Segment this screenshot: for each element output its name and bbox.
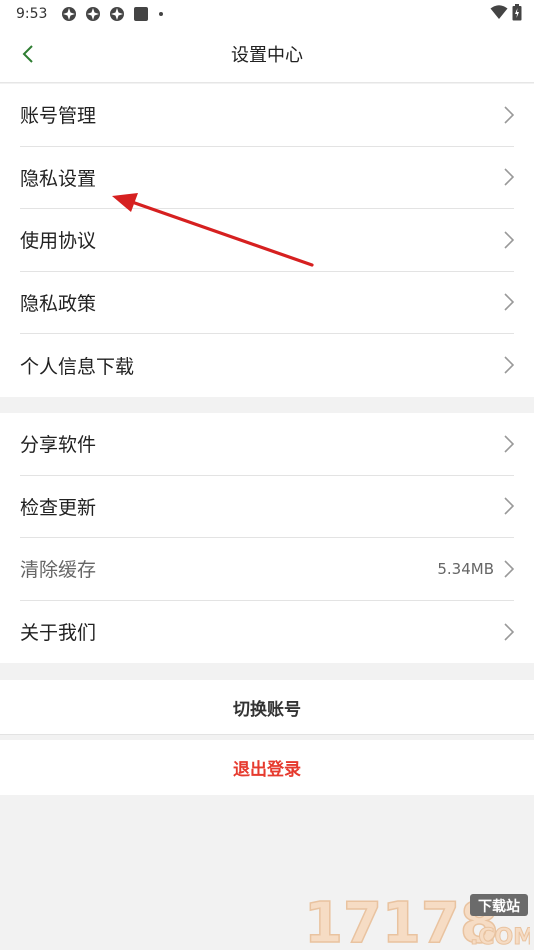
app-notification-icon bbox=[85, 6, 101, 22]
settings-item-label: 隐私设置 bbox=[20, 167, 97, 190]
logout-button[interactable]: 退出登录 bbox=[0, 740, 534, 795]
site-watermark: 17178 下载站 .COM bbox=[303, 890, 534, 950]
watermark-badge: 下载站 bbox=[478, 898, 520, 915]
settings-item-label: 个人信息下载 bbox=[20, 355, 135, 378]
settings-item-label: 账号管理 bbox=[20, 105, 97, 128]
dot-icon bbox=[157, 6, 165, 22]
page-title: 设置中心 bbox=[231, 45, 303, 66]
settings-item-share-app[interactable]: 分享软件 bbox=[20, 413, 514, 476]
cache-size-value: 5.34MB bbox=[437, 559, 494, 578]
settings-item-personal-info-download[interactable]: 个人信息下载 bbox=[20, 334, 514, 397]
settings-item-terms-of-use[interactable]: 使用协议 bbox=[20, 209, 514, 272]
chevron-right-icon bbox=[500, 106, 514, 124]
settings-item-check-update[interactable]: 检查更新 bbox=[20, 476, 514, 538]
settings-item-clear-cache[interactable]: 清除缓存 5.34MB bbox=[20, 538, 514, 601]
settings-item-account-management[interactable]: 账号管理 bbox=[20, 84, 514, 147]
settings-group-app: 分享软件 检查更新 清除缓存 5.34MB 关于我们 bbox=[0, 413, 534, 663]
app-header: 设置中心 bbox=[0, 28, 534, 83]
status-time: 9:53 bbox=[16, 6, 48, 22]
settings-group-account: 账号管理 隐私设置 使用协议 隐私政策 个人信息下载 bbox=[0, 84, 534, 397]
chevron-right-icon bbox=[500, 560, 514, 578]
watermark-domain: .COM bbox=[470, 925, 530, 948]
settings-item-privacy-settings[interactable]: 隐私设置 bbox=[20, 147, 514, 209]
settings-item-label: 分享软件 bbox=[20, 434, 97, 457]
status-right-icons bbox=[490, 3, 522, 25]
status-bar: 9:53 bbox=[0, 0, 534, 28]
battery-icon bbox=[512, 3, 522, 25]
square-notification-icon bbox=[133, 6, 149, 22]
settings-item-label: 关于我们 bbox=[20, 622, 97, 645]
chevron-right-icon bbox=[500, 356, 514, 374]
chevron-right-icon bbox=[500, 435, 514, 453]
chevron-right-icon bbox=[500, 623, 514, 641]
switch-account-button[interactable]: 切换账号 bbox=[0, 680, 534, 735]
settings-item-label: 清除缓存 bbox=[20, 559, 97, 582]
app-notification-icon bbox=[109, 6, 125, 22]
settings-item-label: 使用协议 bbox=[20, 230, 97, 253]
chevron-right-icon bbox=[500, 231, 514, 249]
chevron-right-icon bbox=[500, 497, 514, 515]
settings-item-label: 检查更新 bbox=[20, 496, 97, 519]
wifi-icon bbox=[490, 4, 508, 24]
settings-item-privacy-policy[interactable]: 隐私政策 bbox=[20, 272, 514, 334]
settings-item-label: 隐私政策 bbox=[20, 292, 97, 315]
chevron-right-icon bbox=[500, 168, 514, 186]
settings-item-about-us[interactable]: 关于我们 bbox=[20, 601, 514, 664]
app-notification-icon bbox=[61, 6, 77, 22]
chevron-right-icon bbox=[500, 293, 514, 311]
